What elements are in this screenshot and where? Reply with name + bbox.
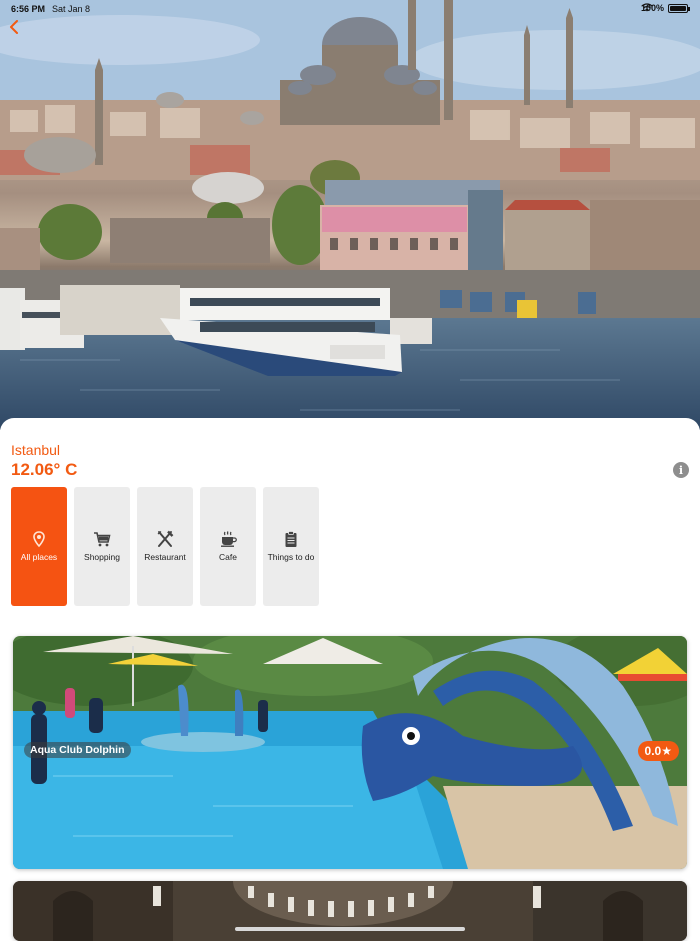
cart-icon	[94, 532, 111, 547]
coffee-cup-icon	[221, 531, 237, 548]
category-label: Things to do	[267, 552, 315, 563]
category-things-to-do[interactable]: Things to do	[263, 487, 319, 606]
rating-badge: 0.0★	[637, 741, 679, 761]
status-date: Sat Jan 8	[52, 4, 91, 14]
city-name: Istanbul	[11, 442, 61, 458]
back-button[interactable]	[8, 20, 30, 42]
place-photo	[13, 881, 687, 941]
category-label: Cafe	[219, 552, 237, 563]
wifi-icon	[641, 3, 653, 12]
temperature: 12.06° C	[11, 460, 78, 479]
category-tabs: All places Shopping Restaurant Cafe Thin…	[11, 487, 319, 606]
status-bar: 6:56 PM Sat Jan 8 100%	[0, 0, 700, 18]
battery-icon	[668, 3, 690, 13]
clipboard-icon	[285, 531, 297, 548]
category-label: Restaurant	[144, 552, 186, 563]
status-indicators: 100%	[641, 3, 690, 13]
category-restaurant[interactable]: Restaurant	[137, 487, 193, 606]
home-indicator	[235, 927, 465, 931]
map-pin-icon	[33, 531, 45, 548]
category-label: All places	[20, 552, 58, 563]
fork-knife-icon	[157, 531, 174, 548]
category-label: Shopping	[84, 552, 120, 563]
category-shopping[interactable]: Shopping	[74, 487, 130, 606]
place-card[interactable]: Aqua Club Dolphin 0.0★	[13, 636, 687, 869]
hero-image: 6:56 PM Sat Jan 8 100%	[0, 0, 700, 430]
place-name: Aqua Club Dolphin	[24, 742, 131, 758]
place-card[interactable]	[13, 881, 687, 941]
info-icon[interactable]: i	[673, 462, 689, 478]
category-cafe[interactable]: Cafe	[200, 487, 256, 606]
chevron-left-icon	[10, 20, 18, 34]
status-time: 6:56 PM	[11, 4, 46, 14]
category-all-places[interactable]: All places	[11, 487, 67, 606]
istanbul-skyline-illustration	[0, 0, 700, 430]
